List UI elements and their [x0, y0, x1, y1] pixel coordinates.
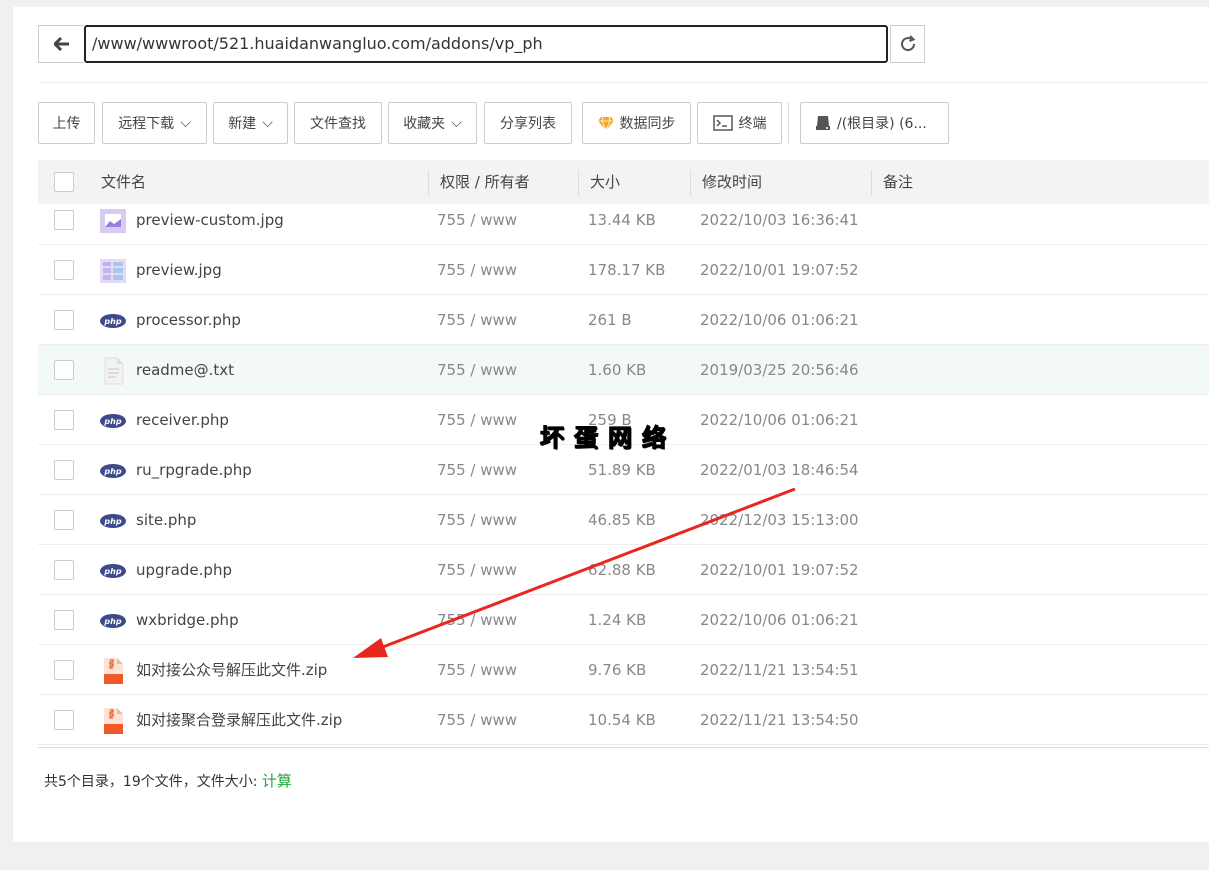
svg-text:php: php — [103, 567, 121, 576]
column-separator — [578, 170, 579, 196]
table-row[interactable]: php site.php 755 / www 46.85 KB 2022/12/… — [38, 495, 1209, 545]
column-header-note: 备注 — [883, 173, 914, 191]
share-list-button[interactable]: 分享列表 — [484, 102, 572, 144]
php-icon: php — [100, 614, 126, 628]
svg-text:php: php — [103, 417, 121, 426]
status-bar: 共5个目录，19个文件，文件大小: 计算 — [44, 770, 292, 791]
column-header-name[interactable]: 文件名 — [101, 160, 146, 204]
refresh-button[interactable] — [890, 25, 925, 63]
row-checkbox[interactable] — [54, 260, 74, 280]
column-separator — [428, 170, 429, 196]
arrow-left-icon — [53, 37, 69, 51]
row-checkbox[interactable] — [54, 360, 74, 380]
refresh-icon — [900, 35, 915, 52]
new-button[interactable]: 新建 ⌵ — [213, 102, 288, 144]
table-row[interactable]: 如对接聚合登录解压此文件.zip 755 / www 10.54 KB 2022… — [38, 695, 1209, 745]
terminal-button[interactable]: 终端 — [697, 102, 782, 144]
file-summary: 共5个目录，19个文件，文件大小: — [44, 774, 258, 790]
row-checkbox[interactable] — [54, 460, 74, 480]
chevron-down-icon: ⌵ — [262, 115, 273, 131]
table-row[interactable]: preview-custom.jpg 755 / www 13.44 KB 20… — [38, 204, 1209, 245]
table-row[interactable]: 如对接公众号解压此文件.zip 755 / www 9.76 KB 2022/1… — [38, 645, 1209, 695]
column-header-mtime[interactable]: 修改时间 — [702, 160, 762, 204]
chevron-down-icon: ⌵ — [180, 115, 191, 131]
row-checkbox[interactable] — [54, 210, 74, 230]
table-row[interactable]: readme@.txt 755 / www 1.60 KB 2019/03/25… — [38, 345, 1209, 395]
calculate-size-link[interactable]: 计算 — [262, 772, 292, 790]
text-file-icon — [104, 357, 124, 385]
php-icon: php — [100, 564, 126, 578]
favorites-button[interactable]: 收藏夹 ⌵ — [388, 102, 477, 144]
divider — [38, 82, 1209, 83]
file-list: preview-custom.jpg 755 / www 13.44 KB 20… — [38, 204, 1209, 748]
file-search-button[interactable]: 文件查找 — [294, 102, 382, 144]
php-icon: php — [100, 414, 126, 428]
select-all-checkbox[interactable] — [54, 172, 74, 192]
zip-icon — [104, 658, 123, 684]
column-header-perm[interactable]: 权限 / 所有者 — [440, 160, 530, 204]
column-header-size[interactable]: 大小 — [590, 160, 620, 204]
remote-download-button[interactable]: 远程下载 ⌵ — [102, 102, 207, 144]
table-row[interactable]: php upgrade.php 755 / www 62.88 KB 2022/… — [38, 545, 1209, 595]
hard-drive-icon — [816, 116, 830, 130]
row-checkbox[interactable] — [54, 610, 74, 630]
row-checkbox[interactable] — [54, 510, 74, 530]
row-checkbox[interactable] — [54, 310, 74, 330]
row-checkbox[interactable] — [54, 660, 74, 680]
column-separator — [690, 170, 691, 196]
table-row[interactable]: php processor.php 755 / www 261 B 2022/1… — [38, 295, 1209, 345]
zip-icon — [104, 708, 123, 734]
table-row[interactable]: preview.jpg 755 / www 178.17 KB 2022/10/… — [38, 245, 1209, 295]
upload-button[interactable]: 上传 — [38, 102, 95, 144]
column-separator — [871, 170, 872, 196]
disk-button[interactable]: /(根目录) (6... — [800, 102, 949, 144]
image-icon — [100, 259, 126, 283]
image-icon — [100, 209, 126, 233]
back-button[interactable] — [38, 25, 84, 63]
row-checkbox[interactable] — [54, 560, 74, 580]
chevron-down-icon: ⌵ — [451, 115, 462, 131]
php-icon: php — [100, 314, 126, 328]
svg-text:php: php — [103, 617, 121, 626]
watermark-text: 坏蛋网络 — [540, 423, 676, 453]
path-input[interactable]: /www/wwwroot/521.huaidanwangluo.com/addo… — [84, 25, 888, 63]
data-sync-button[interactable]: 数据同步 — [582, 102, 691, 144]
toolbar-divider — [788, 102, 789, 144]
terminal-icon — [712, 115, 733, 131]
row-checkbox[interactable] — [54, 710, 74, 730]
php-icon: php — [100, 514, 126, 528]
svg-text:php: php — [103, 517, 121, 526]
diamond-icon — [597, 116, 614, 130]
svg-text:php: php — [103, 467, 121, 476]
php-icon: php — [100, 464, 126, 478]
table-header: 文件名 权限 / 所有者 大小 修改时间 备注 — [38, 160, 1209, 204]
table-row[interactable]: php wxbridge.php 755 / www 1.24 KB 2022/… — [38, 595, 1209, 645]
row-checkbox[interactable] — [54, 410, 74, 430]
svg-text:php: php — [103, 317, 121, 326]
